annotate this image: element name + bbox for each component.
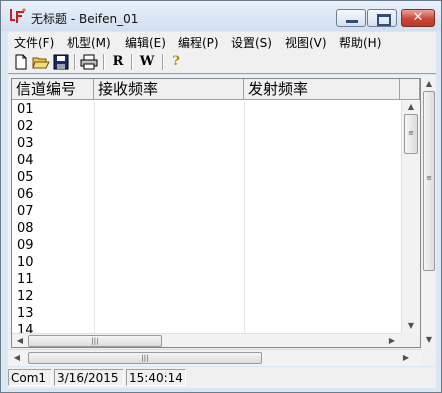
toolbar-separator	[74, 54, 76, 70]
menu-help[interactable]: 帮助(H)	[339, 34, 381, 51]
table-header: 信道编号 接收频率 发射频率	[12, 79, 420, 100]
application-window: 无标题 - Beifen_01 ✕ 文件(F) 机型(M) 编辑(E) 编程(P…	[0, 0, 442, 393]
grip-icon: ≡	[408, 129, 414, 137]
printer-icon[interactable]	[80, 54, 98, 70]
table-row[interactable]: 04	[12, 152, 400, 169]
scroll-left-arrow-icon[interactable]: ◀	[11, 351, 23, 365]
channel-number: 10	[17, 255, 34, 270]
minimize-icon	[346, 20, 358, 23]
minimize-button[interactable]	[336, 9, 366, 27]
maximize-icon	[377, 14, 391, 26]
channel-number: 14	[17, 323, 34, 333]
grip-icon: |||	[141, 354, 149, 362]
grip-icon: ≡	[426, 174, 432, 182]
view-vertical-scrollbar[interactable]: ▲ ≡ ▼	[422, 75, 436, 348]
table-row[interactable]: 09	[12, 237, 400, 254]
table-row[interactable]: 14	[12, 322, 400, 333]
menu-bar: 文件(F) 机型(M) 编辑(E) 编程(P) 设置(S) 视图(V) 帮助(H…	[8, 32, 436, 51]
write-radio-button[interactable]: W	[136, 54, 158, 70]
status-port: Com1	[8, 369, 52, 386]
close-button[interactable]: ✕	[401, 9, 435, 27]
table-row[interactable]: 13	[12, 305, 400, 322]
vertical-scroll-thumb[interactable]: ≡	[423, 91, 435, 271]
help-icon[interactable]: ?	[167, 54, 185, 70]
menu-program[interactable]: 编程(P)	[178, 34, 219, 51]
table-row[interactable]: 03	[12, 135, 400, 152]
status-time: 15:40:14	[126, 369, 186, 386]
table-row[interactable]: 06	[12, 186, 400, 203]
table-row[interactable]: 05	[12, 169, 400, 186]
view-horizontal-scrollbar[interactable]: ◀ ||| ▶	[8, 349, 422, 366]
scroll-down-arrow-icon[interactable]: ▼	[422, 333, 436, 347]
vertical-scroll-thumb[interactable]: ≡	[404, 114, 418, 154]
scroll-left-arrow-icon[interactable]: ◀	[14, 334, 26, 347]
table-row[interactable]: 11	[12, 271, 400, 288]
save-icon[interactable]	[52, 54, 70, 70]
channel-number: 06	[17, 187, 34, 202]
channel-number: 01	[17, 102, 34, 117]
channel-number: 12	[17, 289, 34, 304]
table-body: 01 02 03 04 05 06 07 08 09 10 11 12 13 1…	[12, 101, 400, 333]
close-icon: ✕	[412, 10, 424, 25]
table-row[interactable]: 12	[12, 288, 400, 305]
menu-file[interactable]: 文件(F)	[14, 34, 54, 51]
maximize-button[interactable]	[367, 9, 397, 27]
app-logo-icon	[10, 8, 26, 23]
channel-number: 09	[17, 238, 34, 253]
channel-number: 08	[17, 221, 34, 236]
channel-number: 13	[17, 306, 34, 321]
open-folder-icon[interactable]	[32, 54, 50, 70]
toolbar-separator	[131, 54, 133, 70]
menu-edit[interactable]: 编辑(E)	[125, 34, 166, 51]
scroll-up-arrow-icon[interactable]: ▲	[422, 77, 436, 91]
menu-view[interactable]: 视图(V)	[285, 34, 327, 51]
toolbar-separator	[162, 54, 164, 70]
title-bar[interactable]: 无标题 - Beifen_01 ✕	[1, 1, 441, 31]
column-header-channel[interactable]: 信道编号	[12, 79, 94, 99]
scroll-right-arrow-icon[interactable]: ▶	[400, 351, 412, 365]
channel-number: 11	[17, 272, 34, 287]
menu-settings[interactable]: 设置(S)	[231, 34, 272, 51]
table-row[interactable]: 02	[12, 118, 400, 135]
channel-list: 信道编号 接收频率 发射频率 01 02 03 04 05 06 07 08 0…	[11, 78, 421, 348]
list-horizontal-scrollbar[interactable]: ◀ ||| ▶	[12, 333, 401, 347]
channel-number: 02	[17, 119, 34, 134]
table-row[interactable]: 01	[12, 101, 400, 118]
list-vertical-scrollbar[interactable]: ▲ ≡ ▼	[401, 100, 420, 333]
table-row[interactable]: 10	[12, 254, 400, 271]
table-row[interactable]: 07	[12, 203, 400, 220]
column-header-rx-frequency[interactable]: 接收频率	[94, 79, 244, 99]
scroll-right-arrow-icon[interactable]: ▶	[386, 334, 398, 347]
toolbar-separator	[103, 54, 105, 70]
new-file-icon[interactable]	[12, 54, 30, 70]
grip-icon: |||	[91, 337, 99, 345]
scroll-down-arrow-icon[interactable]: ▼	[402, 319, 420, 333]
channel-number: 05	[17, 170, 34, 185]
horizontal-scroll-thumb[interactable]: |||	[28, 335, 162, 347]
channel-number: 07	[17, 204, 34, 219]
scroll-up-arrow-icon[interactable]: ▲	[402, 100, 420, 114]
channel-number: 04	[17, 153, 34, 168]
table-row[interactable]: 08	[12, 220, 400, 237]
read-radio-button[interactable]: R	[109, 54, 127, 70]
status-date: 3/16/2015	[54, 369, 124, 386]
column-header-filler	[400, 79, 420, 99]
client-area: 信道编号 接收频率 发射频率 01 02 03 04 05 06 07 08 0…	[8, 75, 436, 366]
horizontal-scroll-thumb[interactable]: |||	[28, 352, 262, 364]
scrollbar-corner	[401, 333, 420, 347]
status-bar: Com1 3/16/2015 15:40:14	[8, 367, 436, 388]
column-header-tx-frequency[interactable]: 发射频率	[244, 79, 400, 99]
toolbar: R W ?	[8, 51, 436, 74]
window-title: 无标题 - Beifen_01	[31, 12, 139, 26]
channel-number: 03	[17, 136, 34, 151]
menu-model[interactable]: 机型(M)	[67, 34, 111, 51]
